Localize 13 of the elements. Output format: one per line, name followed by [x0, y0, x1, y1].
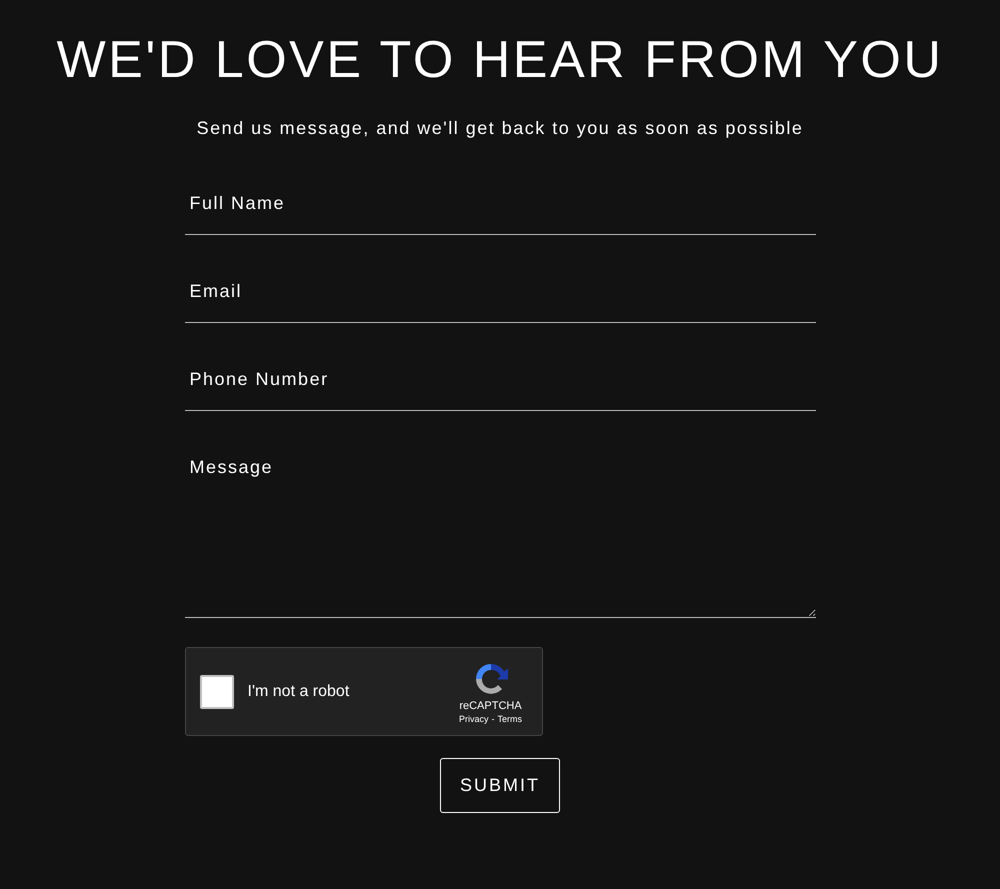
- captcha-label: I'm not a robot: [248, 682, 350, 700]
- submit-button[interactable]: SUBMIT: [440, 758, 560, 813]
- captcha-checkbox[interactable]: [200, 674, 234, 708]
- captcha-link[interactable]: Terms: [498, 714, 522, 724]
- captcha-brand: reCAPTCHA: [459, 700, 522, 712]
- text-field[interactable]: Phone Number: [184, 347, 816, 411]
- page-heading: WE'D LOVE TO HEAR FROM YOU: [56, 30, 944, 91]
- link-separator: -: [492, 714, 494, 724]
- text-field[interactable]: Email: [184, 259, 816, 323]
- message-field[interactable]: Message: [184, 435, 816, 618]
- subheading: Send us message, and we'll get back to you as soon as possible: [196, 118, 804, 139]
- captcha-link[interactable]: Privacy: [458, 714, 488, 724]
- text-field[interactable]: Full Name: [184, 175, 816, 235]
